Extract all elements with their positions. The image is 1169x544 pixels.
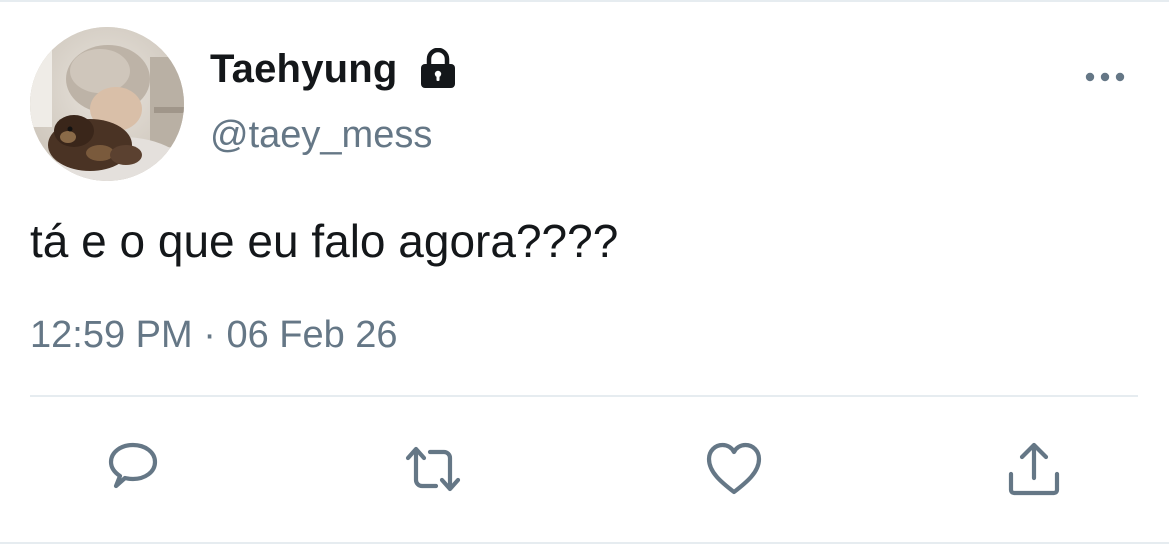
author-handle[interactable]: @taey_mess (210, 112, 432, 158)
reply-icon (108, 442, 158, 489)
retweet-button[interactable] (398, 434, 468, 504)
more-horizontal-icon (1085, 72, 1125, 82)
share-icon (1008, 442, 1060, 496)
reply-button[interactable] (98, 434, 168, 504)
display-name[interactable]: Taehyung (210, 46, 398, 92)
divider (30, 395, 1138, 397)
action-bar (0, 434, 1169, 504)
heart-icon (706, 442, 762, 495)
author-row: Taehyung (210, 46, 458, 92)
retweet-icon (405, 446, 461, 492)
like-button[interactable] (699, 434, 769, 504)
lock-icon (420, 48, 455, 88)
tweet-date: 06 Feb 26 (226, 314, 398, 356)
tweet-text: tá e o que eu falo agora???? (30, 215, 619, 267)
tweet-time: 12:59 PM (30, 314, 193, 356)
avatar-image (30, 27, 184, 181)
avatar[interactable] (30, 27, 184, 181)
tweet-card: Taehyung @taey_mess tá e o que eu falo a… (0, 0, 1169, 544)
share-button[interactable] (999, 434, 1069, 504)
timestamp-separator: · (203, 314, 216, 356)
more-button[interactable] (1082, 62, 1128, 92)
tweet-timestamp[interactable]: 12:59 PM · 06 Feb 26 (30, 310, 398, 360)
